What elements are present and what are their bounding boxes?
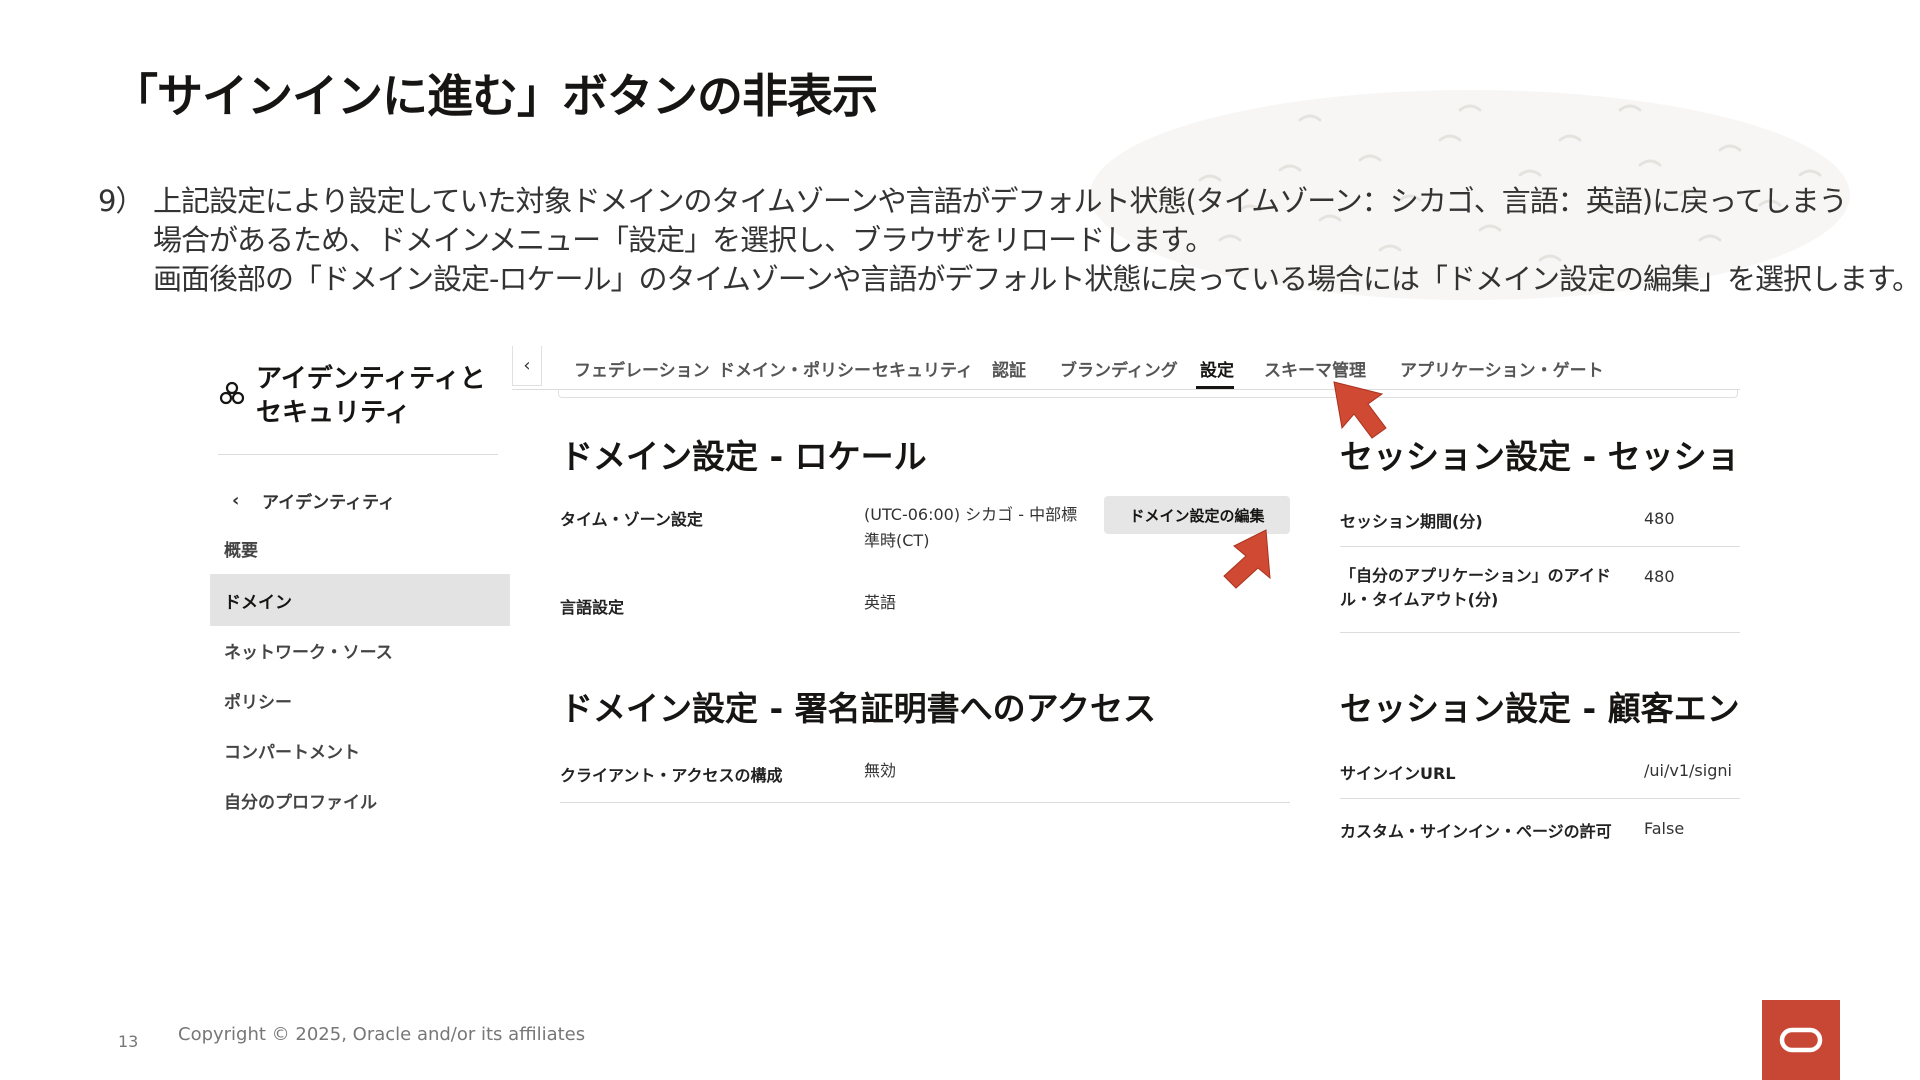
- step-text: 上記設定により設定していた対象ドメインのタイムゾーンや言語がデフォルト状態(タイ…: [153, 182, 1920, 299]
- cert-heading: ドメイン設定 - 署名証明書へのアクセス: [560, 689, 1157, 728]
- sidebar-item-my-profile[interactable]: 自分のプロファイル: [210, 774, 510, 826]
- sidebar-item-domains[interactable]: ドメイン: [210, 574, 510, 626]
- signin-url-label: サインインURL: [1340, 764, 1456, 783]
- step-line: 上記設定により設定していた対象ドメインのタイムゾーンや言語がデフォルト状態(タイ…: [153, 184, 1848, 218]
- tab-settings[interactable]: 設定: [1200, 346, 1234, 390]
- arrow-pointer-icon: [1223, 529, 1271, 589]
- slide-title: 「サインインに進む」ボタンの非表示: [112, 69, 878, 123]
- idle-timeout-value: 480: [1644, 567, 1675, 586]
- timezone-label: タイム・ゾーン設定: [560, 510, 703, 529]
- custom-signin-page-value: False: [1644, 819, 1685, 838]
- tab-panel-edge: [558, 390, 1738, 398]
- custom-signin-page-label: カスタム・サインイン・ページの許可: [1340, 822, 1612, 841]
- step-line: 画面後部の「ドメイン設定-ロケール」のタイムゾーンや言語がデフォルト状態に戻って…: [153, 262, 1920, 296]
- signin-url-value: /ui/v1/signi: [1644, 761, 1732, 780]
- sidebar-title: アイデンティティと セキュリティ: [256, 364, 486, 428]
- oracle-logo-icon: [1762, 1000, 1840, 1080]
- sidebar-item-network-sources[interactable]: ネットワーク・ソース: [210, 624, 510, 676]
- sidebar-item-overview[interactable]: 概要: [210, 522, 510, 574]
- tab-active-indicator: [1196, 386, 1234, 389]
- tab-bar: ‹ フェデレーション ドメイン・ポリシー セキュリティ 認証 ブランディング 設…: [512, 346, 1740, 390]
- copyright: Copyright © 2025, Oracle and/or its affi…: [178, 1024, 586, 1045]
- client-access-value: 無効: [864, 761, 897, 780]
- tab-domain-policies[interactable]: ドメイン・ポリシー: [718, 346, 871, 390]
- timezone-value: (UTC-06:00) シカゴ - 中部標 準時(CT): [864, 505, 1078, 550]
- console-screenshot: アイデンティティと セキュリティ ‹ アイデンティティ 概要 ドメイン ネットワ…: [210, 346, 1740, 848]
- chevron-left-icon: ‹: [232, 490, 240, 511]
- identity-security-icon: [219, 381, 245, 405]
- tab-app-gateway[interactable]: アプリケーション・ゲート: [1400, 346, 1604, 390]
- sidebar-divider: [218, 454, 498, 455]
- tab-scroll-left-button[interactable]: ‹: [512, 346, 542, 386]
- sidebar-back-link[interactable]: ‹ アイデンティティ: [232, 488, 395, 513]
- tab-authentication[interactable]: 認証: [992, 346, 1026, 390]
- cert-divider: [560, 802, 1290, 803]
- session-duration-label: セッション期間(分): [1340, 512, 1483, 531]
- sidebar-item-policies[interactable]: ポリシー: [210, 674, 510, 726]
- sidebar: アイデンティティと セキュリティ ‹ アイデンティティ 概要 ドメイン ネットワ…: [210, 346, 510, 848]
- sidebar-item-compartments[interactable]: コンパートメント: [210, 724, 510, 776]
- customer-heading: セッション設定 - 顧客エン: [1340, 689, 1740, 728]
- locale-heading: ドメイン設定 - ロケール: [560, 437, 927, 476]
- tab-security[interactable]: セキュリティ: [872, 346, 973, 390]
- sidebar-header: アイデンティティと セキュリティ: [218, 362, 498, 430]
- session-duration-value: 480: [1644, 509, 1675, 528]
- language-label: 言語設定: [560, 598, 625, 617]
- customer-divider: [1340, 798, 1740, 799]
- step-number: 9）: [98, 184, 144, 218]
- tab-federation[interactable]: フェデレーション: [574, 346, 710, 390]
- page-number: 13: [118, 1032, 139, 1051]
- session-divider-2: [1340, 632, 1740, 633]
- session-divider-1: [1340, 546, 1740, 547]
- tab-branding[interactable]: ブランディング: [1060, 346, 1178, 390]
- step-line: 場合があるため、ドメインメニュー「設定」を選択し、ブラウザをリロードします。: [153, 223, 1214, 257]
- client-access-label: クライアント・アクセスの構成: [560, 766, 783, 785]
- language-value: 英語: [864, 593, 897, 612]
- chevron-left-icon: ‹: [523, 355, 531, 376]
- idle-timeout-label: 「自分のアプリケーション」のアイド ル・タイムアウト(分): [1340, 566, 1611, 609]
- session-heading: セッション設定 - セッショ: [1340, 437, 1740, 476]
- arrow-pointer-icon: [1333, 381, 1387, 439]
